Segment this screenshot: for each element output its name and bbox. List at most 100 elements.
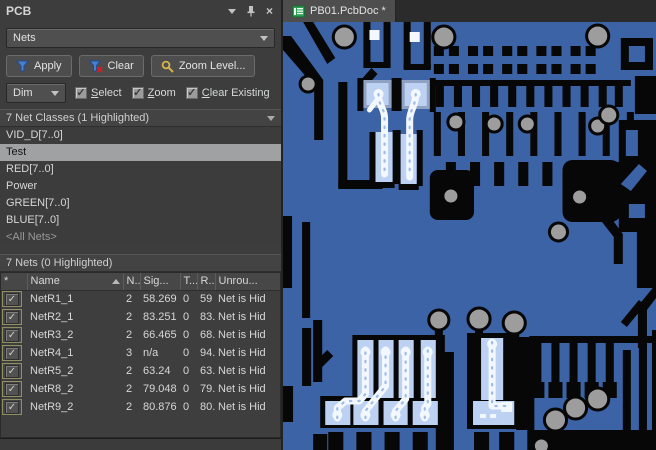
pin-icon[interactable] [246, 5, 256, 17]
zoom-level-label: Zoom Level... [178, 60, 246, 72]
column-header[interactable]: * [1, 273, 28, 291]
net-row[interactable]: ✓ NetR2_1 2 83.251 0 83. Net is Hid [1, 308, 280, 326]
net-class-item[interactable]: VID_D[7..0] [0, 127, 281, 144]
pcb-document-icon [292, 5, 305, 17]
net-class-item[interactable]: <All Nets> [0, 229, 281, 246]
net-visibility-checkbox[interactable]: ✓ [2, 381, 22, 397]
routed-length: 83. [200, 311, 215, 323]
pcb-panel: PCB × Nets Apply Clear Zoom Level... Dim… [0, 0, 283, 450]
panel-menu-chevron-down-icon[interactable] [227, 8, 236, 14]
column-header[interactable]: Unrou... [215, 273, 280, 291]
node-count: 2 [126, 311, 133, 323]
t-value: 0 [183, 347, 190, 359]
t-value: 0 [183, 365, 190, 377]
clear-label: Clear [107, 60, 134, 72]
checkbox-label: Clear Existing [201, 87, 270, 99]
checkbox-icon[interactable]: ✓ [75, 87, 87, 99]
checkbox-check-icon: ✓ [5, 400, 19, 414]
net-row[interactable]: ✓ NetR1_1 2 58.269 0 59 Net is Hid [1, 290, 280, 308]
close-icon[interactable]: × [266, 5, 273, 17]
checkbox-icon[interactable]: ✓ [131, 87, 144, 99]
panel-header: PCB × [0, 0, 281, 22]
net-visibility-checkbox[interactable]: ✓ [2, 327, 22, 343]
net-visibility-checkbox[interactable]: ✓ [2, 345, 22, 361]
column-header[interactable]: Name [27, 273, 124, 291]
clear-button[interactable]: Clear [78, 55, 144, 77]
checkbox-check-icon: ✓ [5, 328, 19, 342]
t-value: 0 [183, 401, 190, 413]
column-header[interactable]: T... [180, 273, 198, 291]
routed-length: 63. [200, 365, 215, 377]
checkbox-check-icon: ✓ [5, 346, 19, 360]
routed-length: 68. [200, 329, 215, 341]
panel-title: PCB [6, 4, 32, 18]
tab-label: PB01.PcbDoc * [310, 5, 386, 17]
dim-value: Dim [13, 87, 33, 99]
signal-length: 80.876 [143, 401, 177, 413]
column-header[interactable]: Sig... [140, 273, 181, 291]
nets-table: *Name N..Sig...T...R...Unrou... ✓ NetR1_1 2… [0, 272, 281, 438]
net-visibility-checkbox[interactable]: ✓ [2, 363, 22, 379]
net-row[interactable]: ✓ NetR4_1 3 n/a 0 94. Net is Hid [1, 344, 280, 362]
signal-length: 63.24 [143, 365, 171, 377]
net-name: NetR8_2 [30, 383, 74, 395]
funnel-clear-icon [88, 60, 103, 73]
net-row[interactable]: ✓ NetR9_2 2 80.876 0 80. Net is Hid [1, 398, 280, 416]
signal-length: 58.269 [143, 293, 177, 306]
net-class-item[interactable]: BLUE[7..0] [0, 212, 281, 229]
apply-button[interactable]: Apply [6, 55, 72, 77]
magnifier-icon [161, 60, 174, 73]
column-header[interactable]: R... [197, 273, 216, 291]
panel-mode-value: Nets [13, 32, 36, 44]
net-visibility-checkbox[interactable]: ✓ [2, 291, 22, 308]
node-count: 2 [126, 329, 133, 341]
net-row[interactable]: ✓ NetR5_2 2 63.24 0 63. Net is Hid [1, 362, 280, 380]
net-row[interactable]: ✓ NetR3_2 2 66.465 0 68. Net is Hid [1, 326, 280, 344]
net-class-item[interactable]: RED[7..0] [0, 161, 281, 178]
signal-length: 79.048 [143, 383, 177, 395]
zoom-level-button[interactable]: Zoom Level... [150, 55, 256, 77]
net-visibility-checkbox[interactable]: ✓ [2, 309, 22, 325]
unrouted-status: Net is Hid [218, 365, 266, 377]
net-name: NetR5_2 [30, 365, 74, 377]
signal-length: n/a [143, 347, 159, 359]
nets-header[interactable]: 7 Nets (0 Highlighted) [0, 254, 281, 272]
nets-header-label: 7 Nets (0 Highlighted) [6, 257, 113, 269]
panel-mode-select[interactable]: Nets [6, 28, 275, 48]
net-visibility-checkbox[interactable]: ✓ [2, 399, 22, 415]
tab-pb01-pcbdoc[interactable]: PB01.PcbDoc * [283, 0, 396, 22]
funnel-icon [16, 60, 29, 71]
routed-length: 94. [200, 347, 215, 359]
column-header[interactable]: N.. [123, 273, 141, 291]
sort-ascending-icon [111, 278, 120, 284]
dim-select[interactable]: Dim [6, 83, 66, 103]
node-count: 2 [126, 383, 133, 395]
unrouted-status: Net is Hid [218, 401, 266, 413]
t-value: 0 [183, 293, 190, 306]
checkbox-label: Select [91, 87, 122, 99]
signal-length: 83.251 [143, 311, 177, 323]
pcb-canvas[interactable] [283, 22, 656, 450]
nets-table-header-row[interactable]: *Name N..Sig...T...R...Unrou... [1, 273, 280, 291]
apply-label: Apply [34, 60, 62, 72]
net-classes-header[interactable]: 7 Net Classes (1 Highlighted) [0, 109, 281, 127]
checkbox-zoom[interactable]: ✓ Zoom [131, 87, 176, 99]
net-row[interactable]: ✓ NetR8_2 2 79.048 0 79. Net is Hid [1, 380, 280, 398]
panel-footer [0, 438, 281, 450]
unrouted-status: Net is Hid [218, 347, 266, 359]
net-classes-header-label: 7 Net Classes (1 Highlighted) [6, 112, 150, 124]
app-window: PCB × Nets Apply Clear Zoom Level... Dim… [0, 0, 656, 450]
net-class-item[interactable]: GREEN[7..0] [0, 195, 281, 212]
checkbox-select[interactable]: ✓ Select [75, 87, 122, 99]
net-name: NetR1_1 [30, 293, 74, 306]
chevron-down-icon [260, 35, 268, 41]
column-header-label: Name [30, 275, 60, 288]
node-count: 2 [126, 293, 133, 306]
t-value: 0 [183, 383, 190, 395]
t-value: 0 [183, 329, 190, 341]
checkbox-clear-existing[interactable]: ✓ Clear Existing [185, 87, 270, 99]
net-class-item[interactable]: Test [0, 144, 281, 161]
checkbox-check-icon: ✓ [5, 310, 19, 324]
net-class-item[interactable]: Power [0, 178, 281, 195]
checkbox-icon[interactable]: ✓ [185, 87, 198, 99]
